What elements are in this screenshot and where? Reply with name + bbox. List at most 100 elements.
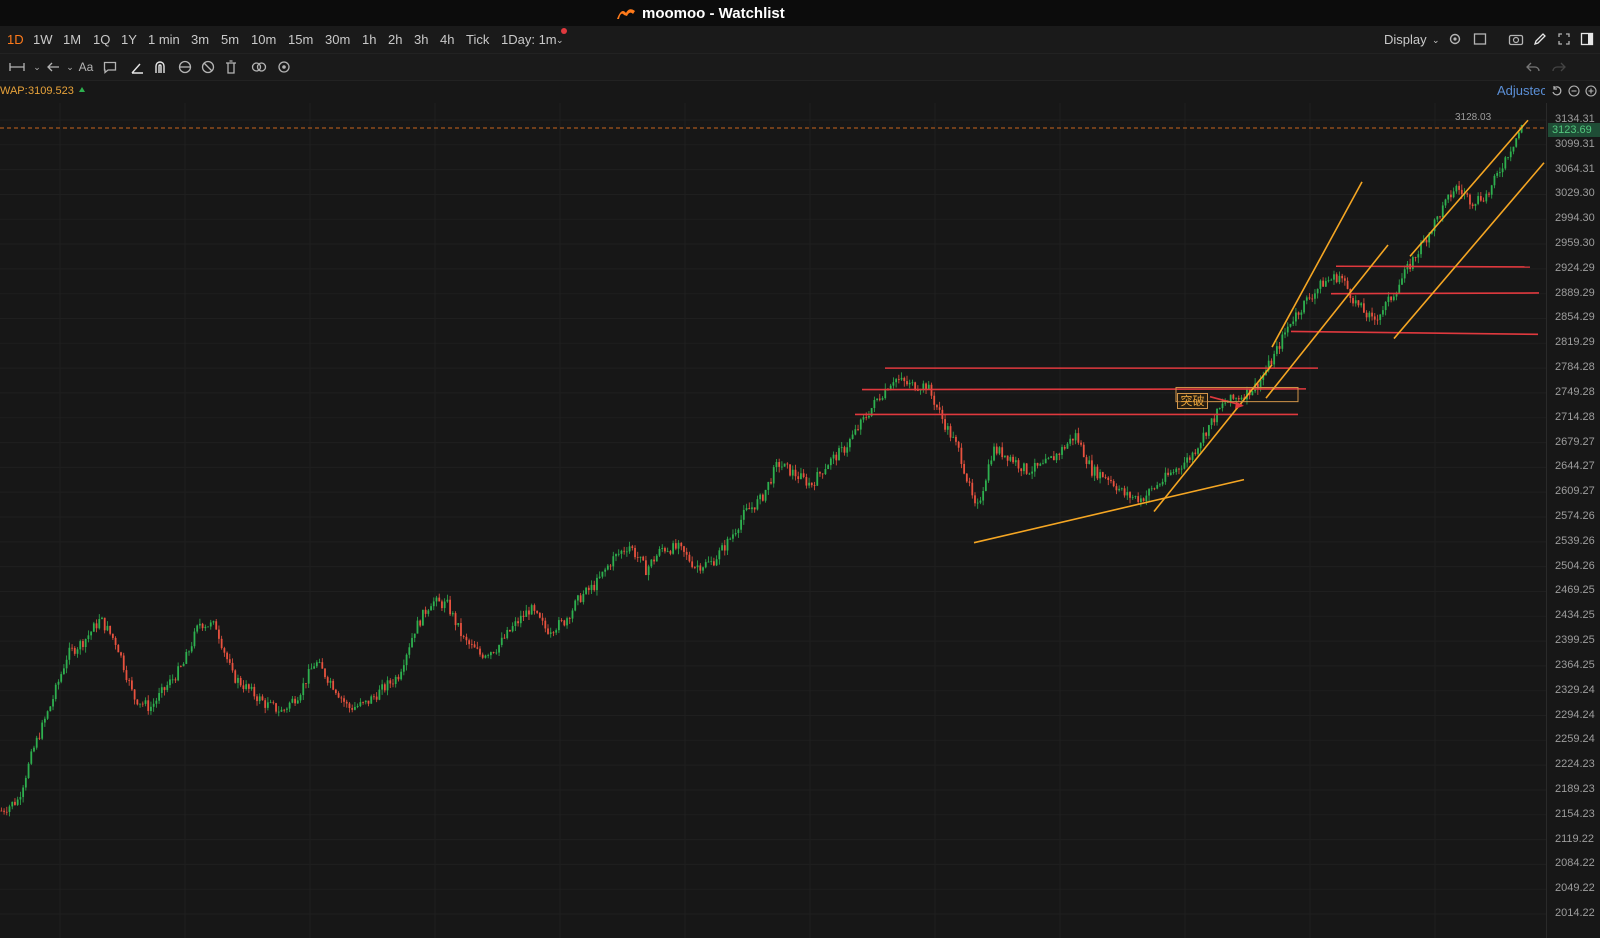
timeframe-3m[interactable]: 3m [191,32,209,47]
candle [1251,390,1254,396]
price-tick: 2049.22 [1555,882,1595,895]
candle [702,566,704,574]
candle [296,696,299,704]
comment-icon[interactable] [101,58,119,76]
settings-icon[interactable] [1446,30,1464,48]
side-panel-icon[interactable] [1578,30,1596,48]
breakout-annotation[interactable]: 突破 [1177,393,1208,409]
timeframe-10m[interactable]: 10m [251,32,276,47]
drawing-settings-icon[interactable] [275,58,293,76]
trash-icon[interactable] [222,58,240,76]
candle [1439,215,1441,219]
resistance-line[interactable] [1335,265,1531,268]
candle [68,642,71,665]
fullscreen-icon[interactable] [1555,30,1573,48]
lock-drawing-icon[interactable] [176,58,194,76]
display-dropdown[interactable]: Display [1384,32,1427,47]
candle [797,471,800,484]
pencil-icon[interactable] [1531,30,1549,48]
candle [645,555,647,576]
candle [343,695,345,707]
camera-icon[interactable] [1507,30,1525,48]
candle [1172,469,1175,475]
reset-icon[interactable] [1548,82,1566,100]
candle [827,464,830,470]
zoom-out-icon[interactable] [1565,82,1583,100]
candle [666,547,669,553]
timeframe-1w[interactable]: 1W [33,32,53,47]
timeframe-4h[interactable]: 4h [440,32,454,47]
adjusted-toggle[interactable]: Adjustec [1497,83,1545,98]
title-bar: moomoo - Watchlist [0,0,1600,26]
trend-line[interactable] [973,478,1245,544]
timeframe-2h[interactable]: 2h [388,32,402,47]
candle [835,451,838,466]
candle [800,467,802,480]
trend-line[interactable] [1153,364,1273,513]
candle [498,644,500,656]
timeframe-tick[interactable]: Tick [466,32,489,47]
candle [95,619,98,633]
redo-icon[interactable] [1550,58,1568,76]
text-tool-icon[interactable]: Aa [77,58,95,76]
channel-line[interactable] [1409,119,1529,257]
candle [212,620,215,625]
candle [1322,277,1325,287]
timeframe-1h[interactable]: 1h [362,32,376,47]
layout-icon[interactable] [1471,30,1489,48]
current-price-label: 3123.69 [1548,123,1600,137]
candle [188,650,190,656]
candle [1112,479,1115,488]
timeframe-15m[interactable]: 15m [288,32,313,47]
candlestick-chart[interactable] [0,103,1546,938]
timeframe-5m[interactable]: 5m [221,32,239,47]
candle [577,594,579,606]
timeframe-1m[interactable]: 1M [63,32,81,47]
candle [854,424,857,436]
candle [351,704,354,713]
vwap-value: 3109.523 [28,85,74,97]
support-line[interactable] [1330,292,1540,295]
candle [598,571,601,579]
resistance-line[interactable] [861,388,1307,391]
candle [171,674,174,684]
candle [767,481,770,495]
candle [1014,456,1017,467]
timeframe-30m[interactable]: 30m [325,32,350,47]
candle [1153,487,1156,491]
candle [925,382,927,394]
candle [764,489,767,503]
candle [288,701,291,712]
interval-dropdown[interactable]: 1Day: 1m [501,32,557,47]
candle [1335,272,1338,284]
magnet-icon[interactable] [151,58,169,76]
candle [1175,467,1178,475]
display-chevron-icon[interactable]: ⌄ [1432,35,1440,46]
angle-tool-icon[interactable] [128,58,146,76]
channel-line[interactable] [1271,181,1363,348]
compare-icon[interactable] [250,58,268,76]
timeframe-1min[interactable]: 1 min [148,32,180,47]
candle [1025,463,1028,475]
undo-icon[interactable] [1524,58,1542,76]
interval-chevron-icon[interactable]: ⌄ [556,35,564,46]
candle [1074,429,1077,445]
candle [737,528,740,538]
candles [0,124,1523,817]
candle [647,564,650,581]
support-line[interactable] [1290,330,1539,336]
timeframe-1q[interactable]: 1Q [93,32,110,47]
candle [530,603,533,615]
measure-icon[interactable] [8,58,26,76]
back-arrow-icon[interactable] [44,58,62,76]
candle [1150,485,1153,492]
hide-drawing-icon[interactable] [199,58,217,76]
zoom-in-icon[interactable] [1582,82,1600,100]
candle [1120,487,1123,491]
timeframe-1y[interactable]: 1Y [121,32,137,47]
timeframe-3h[interactable]: 3h [414,32,428,47]
candle [1052,451,1055,461]
timeframe-1d[interactable]: 1D [7,32,24,47]
candle [446,594,449,603]
candle [345,699,348,708]
